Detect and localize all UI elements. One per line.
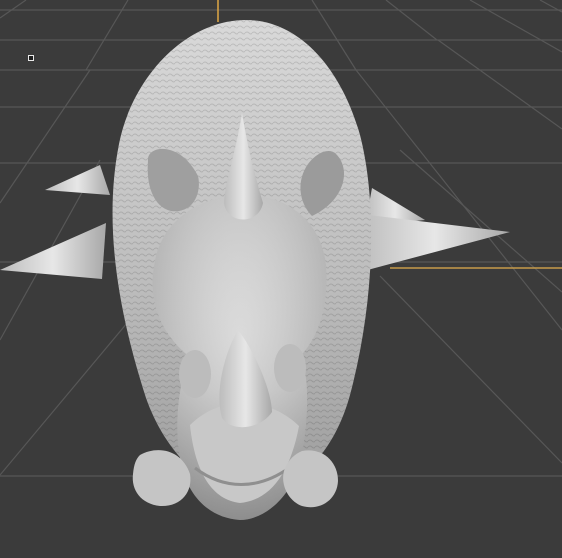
- left-eye: [179, 350, 211, 398]
- right-lower-spike: [360, 214, 510, 272]
- left-lower-spike: [0, 223, 106, 279]
- right-eye: [274, 344, 306, 392]
- right-front-foot: [283, 450, 338, 508]
- rhino-model[interactable]: [0, 20, 510, 520]
- viewport-canvas[interactable]: [0, 0, 562, 558]
- left-upper-spike: [45, 165, 110, 195]
- 3d-viewport[interactable]: [0, 0, 562, 558]
- square-handle-icon[interactable]: [28, 55, 34, 61]
